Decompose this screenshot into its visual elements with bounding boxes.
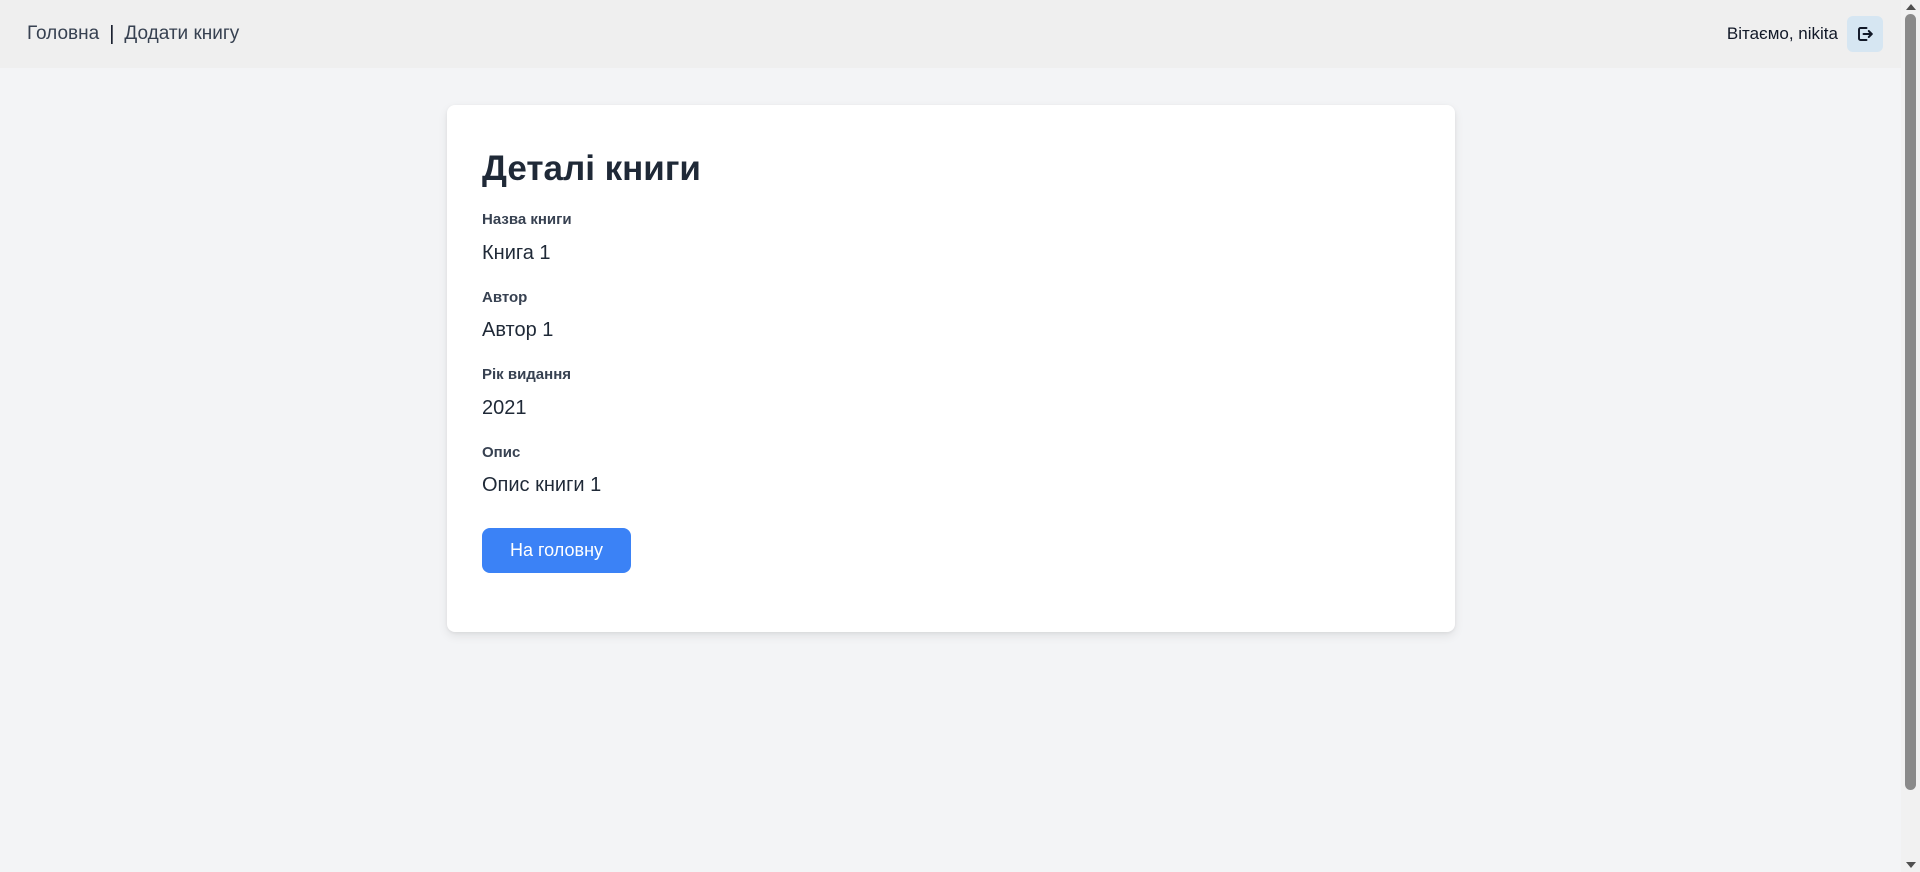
field-description: Опис Опис книги 1 — [482, 443, 1420, 499]
field-title: Назва книги Книга 1 — [482, 210, 1420, 266]
logout-button[interactable] — [1847, 16, 1883, 52]
nav-separator: | — [109, 22, 115, 45]
main-nav: Головна | Додати книгу — [27, 23, 239, 46]
book-details-card: Деталі книги Назва книги Книга 1 Автор А… — [447, 105, 1455, 632]
logout-icon — [1858, 27, 1873, 41]
vertical-scrollbar[interactable] — [1901, 0, 1920, 872]
scroll-up-arrow-icon[interactable] — [1906, 4, 1916, 10]
user-box: Вітаємо, nikita — [1727, 16, 1883, 52]
field-value: 2021 — [482, 396, 527, 419]
field-label: Назва книги — [482, 211, 572, 228]
page-title: Деталі книги — [482, 149, 701, 188]
scrollbar-thumb[interactable] — [1905, 14, 1916, 790]
field-value: Книга 1 — [482, 241, 551, 264]
user-greeting: Вітаємо, nikita — [1726, 24, 1838, 43]
field-label: Рік видання — [482, 366, 572, 383]
field-value: Опис книги 1 — [482, 474, 602, 496]
field-value: Автор 1 — [482, 319, 554, 341]
field-year: Рік видання 2021 — [482, 365, 1420, 421]
nav-home-link[interactable]: Головна — [27, 23, 99, 45]
home-button[interactable]: На головну — [482, 528, 632, 573]
field-author: Автор Автор 1 — [482, 288, 1420, 344]
field-label: Автор — [482, 288, 528, 306]
top-navbar: Головна | Додати книгу Вітаємо, nikita — [0, 0, 1901, 68]
field-label: Опис — [482, 443, 521, 461]
scroll-down-arrow-icon[interactable] — [1906, 862, 1916, 868]
nav-add-book-link[interactable]: Додати книгу — [124, 23, 239, 45]
